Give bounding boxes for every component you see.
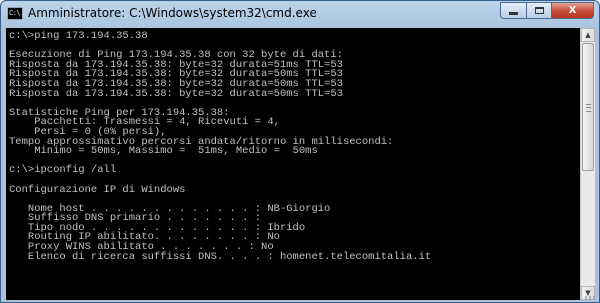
window-title: Amministratore: C:\Windows\system32\cmd.…: [28, 6, 317, 20]
title-bar[interactable]: C:\. Amministratore: C:\Windows\system32…: [1, 1, 599, 27]
console-output[interactable]: c:\>ping 173.194.35.38 Esecuzione di Ping…: [6, 28, 580, 300]
console-line: c:\>ipconfig /all: [9, 164, 117, 177]
console-line: Risposta da 173.194.35.38: byte=32 durat…: [9, 87, 343, 100]
cmd-window: C:\. Amministratore: C:\Windows\system32…: [0, 0, 600, 303]
console-lines: c:\>ping 173.194.35.38 Esecuzione di Ping…: [6, 28, 580, 262]
maximize-icon: [534, 7, 544, 14]
scroll-up-arrow-icon[interactable]: ▲: [581, 28, 595, 42]
cmd-icon[interactable]: C:\.: [7, 7, 24, 20]
minimize-button[interactable]: [500, 2, 526, 19]
scrollbar-thumb[interactable]: [582, 43, 594, 171]
vertical-scrollbar[interactable]: ▲ ▼: [580, 28, 595, 300]
minimize-icon: [509, 12, 518, 15]
resize-grip-icon[interactable]: [585, 296, 595, 300]
console-line: Minimo = 50ms, Massimo = 51ms, Medio = 5…: [9, 145, 318, 158]
console-line: Elenco di ricerca suffissi DNS. . . . : …: [9, 250, 432, 263]
console-line: c:\>ping 173.194.35.38: [9, 30, 148, 42]
cmd-icon-text: C:\.: [9, 9, 24, 17]
console-line: Configurazione IP di Windows: [9, 183, 186, 196]
maximize-button[interactable]: [526, 2, 551, 19]
scrollbar-grip-icon: [586, 104, 591, 112]
close-icon: X: [568, 5, 577, 16]
close-button[interactable]: X: [551, 2, 594, 19]
caption-buttons: X: [500, 2, 594, 20]
